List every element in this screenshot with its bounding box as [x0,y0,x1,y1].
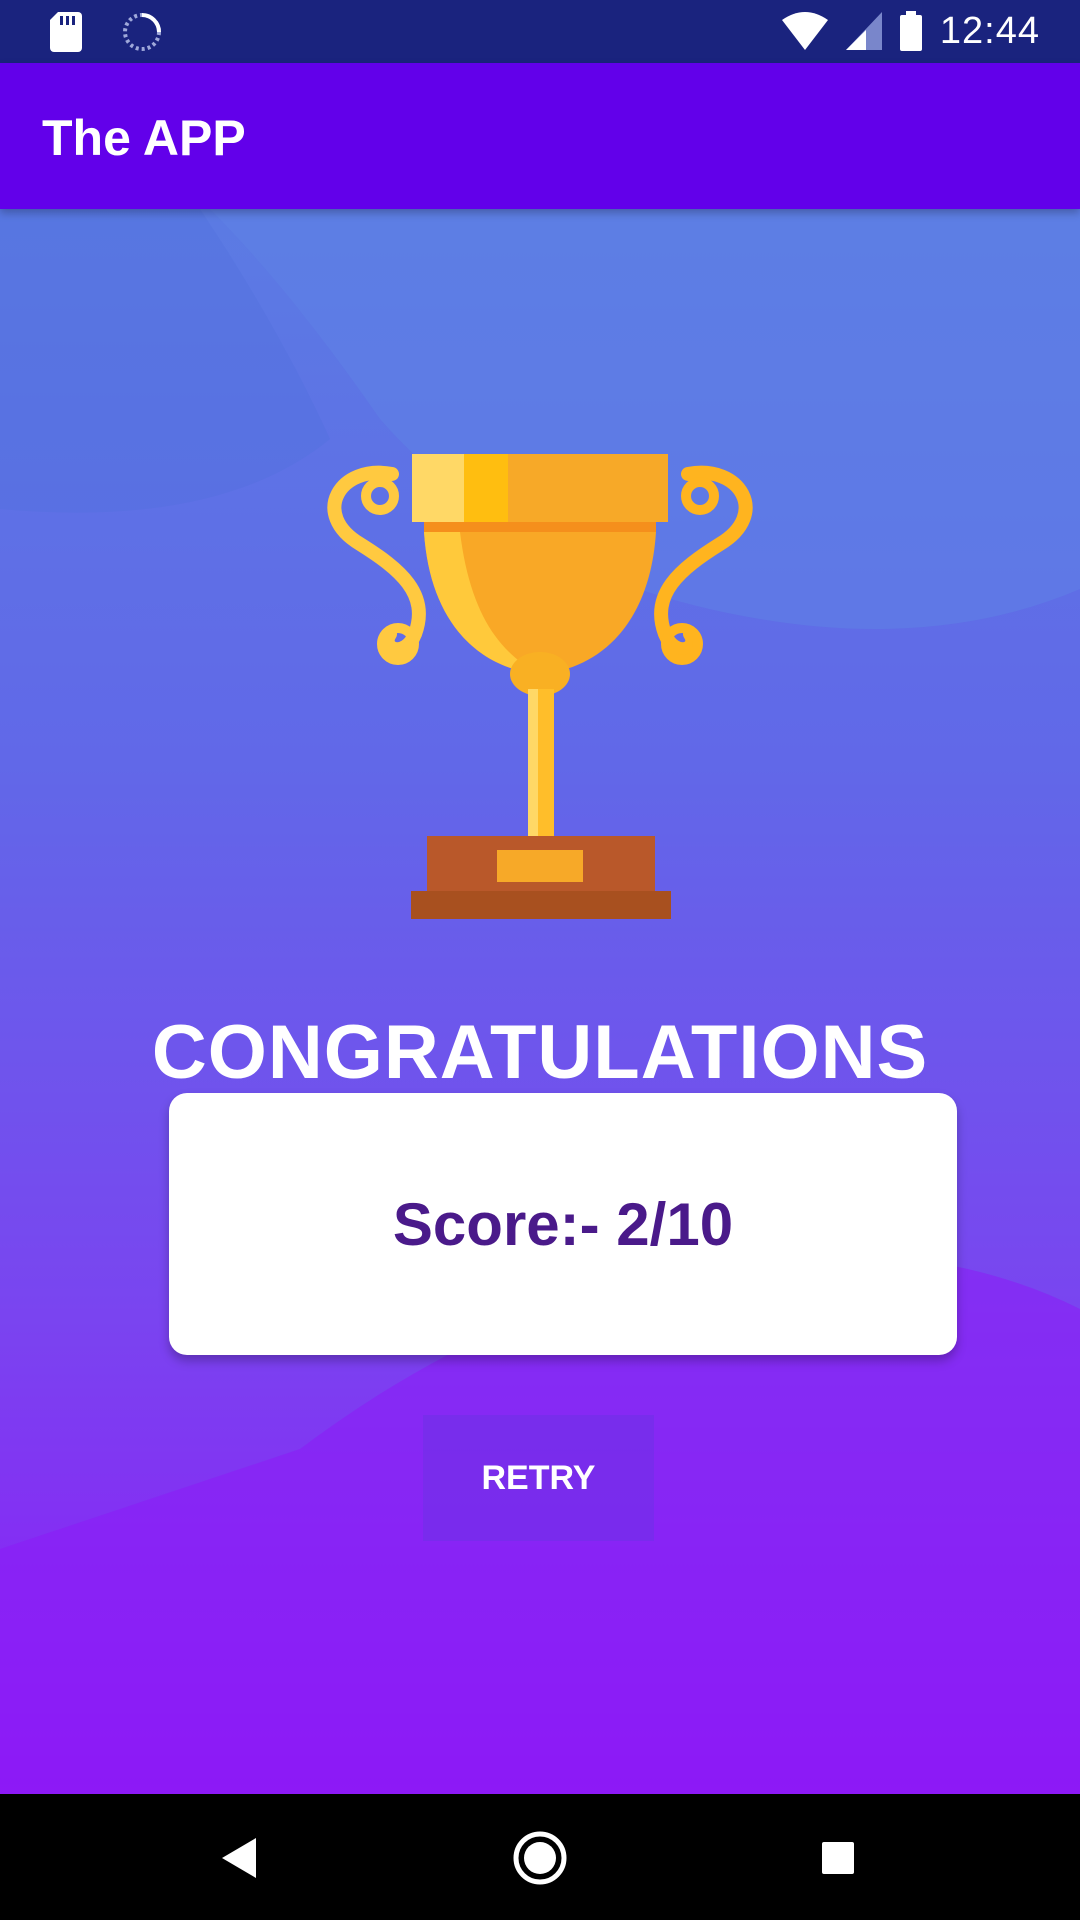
signal-icon [845,12,882,50]
status-right-icons: 12:44 [781,8,1040,54]
home-button[interactable] [508,1826,572,1890]
retry-button[interactable]: RETRY [423,1415,654,1541]
navigation-bar [0,1794,1080,1920]
wifi-icon [781,12,828,50]
score-text: Score:- 2/10 [392,1190,734,1258]
back-icon [222,1838,256,1878]
recents-button[interactable] [806,1826,870,1890]
congratulations-heading: CONGRATULATIONS [151,1010,929,1095]
result-screen: CONGRATULATIONS Score:- 2/10 RETRY [0,209,1080,1794]
sd-card-icon [50,12,82,52]
home-icon [513,1831,567,1885]
battery-icon [899,11,922,51]
back-button[interactable] [208,1826,272,1890]
loading-icon [123,13,161,51]
status-left-icons [50,10,162,54]
score-card: Score:- 2/10 [169,1093,957,1355]
status-bar: 12:44 [0,0,1080,63]
trophy-base [411,836,671,919]
app-title: The APP [42,110,246,166]
status-time: 12:44 [939,9,1040,52]
app-bar: The APP [0,63,1080,209]
recents-icon [822,1842,854,1874]
